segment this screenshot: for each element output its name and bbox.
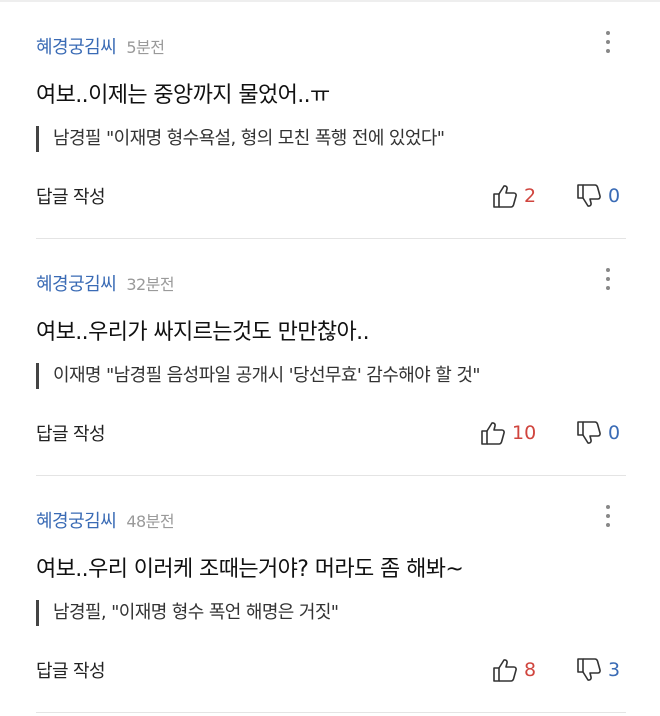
more-vertical-icon[interactable] [604,504,612,528]
comment-text: 여보..이제는 중앙까지 물었어..ㅠ [36,83,330,108]
comment-text: 여보..우리가 싸지르는것도 만만찮아.. [36,320,370,345]
like-button[interactable]: 2 [492,183,536,209]
like-count: 2 [524,185,537,207]
thumbs-down-icon [577,658,601,681]
comment-time: 48분전 [126,512,175,531]
more-vertical-icon[interactable] [604,267,612,291]
quoted-article-title[interactable]: 남경필 "이재명 형수욕설, 형의 모친 폭행 전에 있었다" [36,126,445,152]
comment-divider [36,712,626,713]
thumbs-down-icon [577,421,601,444]
comment-meta: 혜경궁김씨 32분전 [36,270,175,296]
like-button[interactable]: 8 [492,657,536,683]
comment-divider [36,238,626,239]
quoted-article-title[interactable]: 이재명 "남경필 음성파일 공개시 '당선무효' 감수해야 할 것" [36,363,481,389]
dislike-count: 0 [608,185,621,207]
comment-author[interactable]: 혜경궁김씨 [36,33,117,59]
dislike-count: 3 [608,659,621,681]
thumbs-up-icon [493,185,517,208]
like-count: 8 [524,659,537,681]
top-divider [0,0,660,2]
comment-text: 여보..우리 이러케 조때는거야? 머라도 좀 해봐~ [36,557,464,582]
thumbs-up-icon [481,422,505,445]
quoted-article-title[interactable]: 남경필, "이재명 형수 폭언 해명은 거짓" [36,600,339,626]
like-button[interactable]: 10 [480,420,536,446]
comment-time: 32분전 [126,275,175,294]
comment-author[interactable]: 혜경궁김씨 [36,507,117,533]
comment-meta: 혜경궁김씨 5분전 [36,33,165,59]
comment-divider [36,475,626,476]
reply-button[interactable]: 답글 작성 [36,657,106,683]
dislike-button[interactable]: 0 [576,420,620,446]
thumbs-up-icon [493,659,517,682]
reply-button[interactable]: 답글 작성 [36,420,106,446]
reply-button[interactable]: 답글 작성 [36,183,106,209]
comment-meta: 혜경궁김씨 48분전 [36,507,175,533]
like-count: 10 [512,422,537,444]
comment-time: 5분전 [126,38,165,57]
dislike-button[interactable]: 3 [576,657,620,683]
more-vertical-icon[interactable] [604,30,612,54]
thumbs-down-icon [577,184,601,207]
dislike-count: 0 [608,422,621,444]
dislike-button[interactable]: 0 [576,183,620,209]
comment-author[interactable]: 혜경궁김씨 [36,270,117,296]
